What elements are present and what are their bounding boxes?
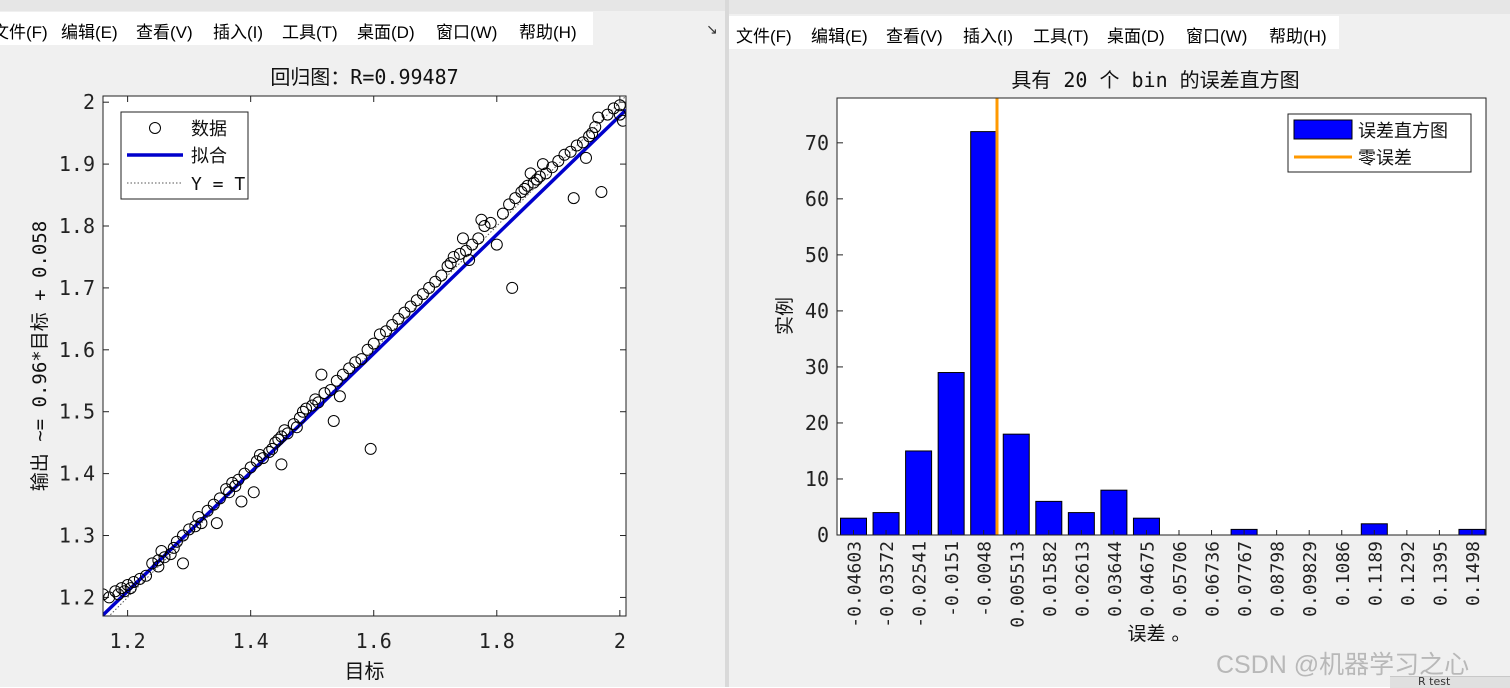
y-tick-label: 1.9	[59, 152, 95, 176]
x-tick-label: 0.1395	[1430, 541, 1451, 606]
histogram-bar	[970, 131, 998, 536]
x-tick-label: 0.005513	[1007, 541, 1028, 628]
y-tick-label: 1.2	[59, 585, 95, 609]
regression-plot: 1.2 1.4 1.6 1.8 2 1.2 1.3 1.4 1.5 1.6 1.7 1.8 1.9 2 回归…	[29, 65, 627, 683]
x-tick-label: 1.8	[479, 629, 515, 653]
x-tick-label: 0.1292	[1398, 541, 1419, 606]
x-tick-label: 0.1086	[1333, 541, 1354, 606]
histogram-bar	[937, 372, 965, 536]
x-tick-label: 0.1498	[1463, 541, 1484, 606]
x-tick-label: 0.07767	[1235, 541, 1256, 617]
y-tick-label: 20	[805, 411, 829, 435]
y-tick-label: 30	[805, 355, 829, 379]
x-tick-label: -0.0048	[975, 541, 996, 617]
histogram-bar	[1100, 489, 1128, 536]
x-tick-label: 0.08798	[1268, 541, 1289, 617]
y-tick-label: 1.7	[59, 276, 95, 300]
y-axis-label: 输出 ~= 0.96*目标 + 0.058	[29, 221, 51, 491]
x-tick-label: 0.04675	[1137, 541, 1158, 617]
x-tick-label: -0.03572	[877, 541, 898, 628]
y-tick-label: 10	[805, 467, 829, 491]
y-tick-label: 1.6	[59, 338, 95, 362]
histogram-bar	[1002, 433, 1030, 536]
chart-title: 具有 20 个 bin 的误差直方图	[1011, 68, 1299, 92]
y-tick-label: 70	[805, 131, 829, 155]
corner-label: R test	[1418, 675, 1451, 688]
x-tick-label: 0.06736	[1203, 541, 1224, 617]
histogram-figure-window: 文件(F) 编辑(E) 查看(V) 插入(I) 工具(T) 桌面(D) 窗口(W) 帮助(H)…	[729, 0, 1510, 687]
legend-identity-label: Y = T	[191, 174, 245, 195]
x-axis-label: 目标	[345, 659, 385, 683]
y-tick-label: 1.5	[59, 400, 95, 424]
chart-title: 回归图：R=0.99487	[270, 65, 458, 89]
y-tick-label: 1.8	[59, 214, 95, 238]
x-tick-label: 1.2	[110, 629, 146, 653]
legend-bars-marker	[1293, 119, 1353, 140]
x-tick-label: 0.05706	[1170, 541, 1191, 617]
x-tick-label: 1.6	[356, 629, 392, 653]
x-tick-label: -0.0151	[942, 541, 963, 617]
y-tick-label: 0	[817, 523, 829, 547]
y-tick-label: 40	[805, 299, 829, 323]
x-tick-label: 0.02613	[1072, 541, 1093, 617]
legend-bars-label: 误差直方图	[1358, 121, 1448, 142]
y-tick-label: 2	[83, 90, 95, 114]
y-axis-label: 实例	[774, 297, 796, 335]
legend-zero-label: 零误差	[1358, 148, 1412, 169]
legend-fit-label: 拟合	[191, 146, 227, 167]
y-tick-label: 1.3	[59, 524, 95, 548]
x-tick-label: 0.01582	[1040, 541, 1061, 617]
x-tick-label: 2	[614, 629, 626, 653]
regression-figure-window: 文件(F) 编辑(E) 查看(V) 插入(I) 工具(T) 桌面(D) 窗口(W) 帮助(H)…	[0, 0, 725, 687]
legend-data-label: 数据	[191, 119, 227, 140]
x-axis-label: 误差 。	[1127, 623, 1190, 645]
x-tick-label: 1.4	[233, 629, 269, 653]
error-histogram-plot: -0.04603 -0.03572 -0.02541 -0.0151 -0.0048 0.…	[774, 68, 1487, 645]
x-tick-label: -0.02541	[910, 541, 931, 628]
y-tick-label: 60	[805, 187, 829, 211]
y-tick-label: 50	[805, 243, 829, 267]
histogram-bar	[905, 450, 933, 536]
x-tick-label: 0.09829	[1300, 541, 1321, 617]
x-tick-label: 0.03644	[1105, 541, 1126, 617]
histogram-bar	[1035, 500, 1063, 536]
x-tick-label: -0.04603	[845, 541, 866, 628]
x-tick-label: 0.1189	[1365, 541, 1386, 606]
y-tick-label: 1.4	[59, 462, 95, 486]
